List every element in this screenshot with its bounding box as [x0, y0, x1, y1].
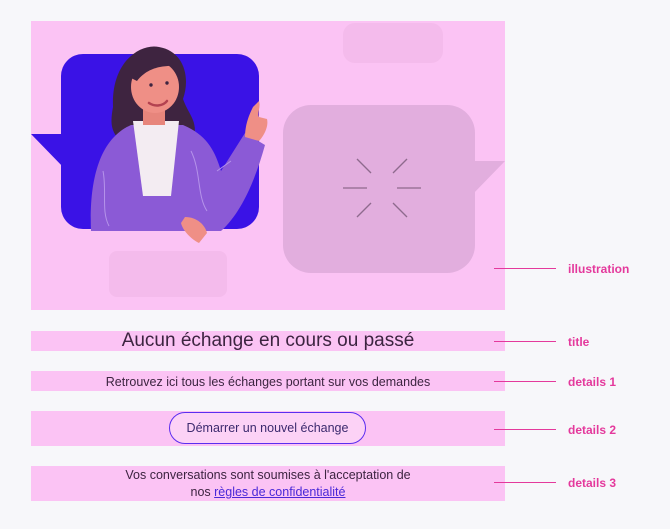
annotation-title: title [568, 335, 590, 349]
empty-state-title: Aucun échange en cours ou passé [121, 330, 415, 351]
leader-details-3 [494, 482, 556, 483]
start-new-exchange-button[interactable]: Démarrer un nouvel échange [169, 412, 366, 444]
leader-illustration [494, 268, 556, 269]
leader-details-1 [494, 381, 556, 382]
privacy-notice-prefix: nos [190, 485, 215, 499]
empty-chat-bubble [283, 105, 475, 273]
empty-state-description: Retrouvez ici tous les échanges portant … [105, 375, 431, 389]
privacy-notice: Vos conversations sont soumises à l'acce… [31, 467, 505, 501]
annotation-illustration: illustration [568, 262, 630, 276]
leader-title [494, 341, 556, 342]
leader-details-2 [494, 429, 556, 430]
annotation-details-2: details 2 [568, 423, 617, 437]
illustration-image [31, 23, 505, 297]
annotation-details-3: details 3 [568, 476, 617, 490]
privacy-policy-link[interactable]: règles de confidentialité [214, 485, 345, 499]
privacy-notice-line1: Vos conversations sont soumises à l'acce… [125, 468, 411, 482]
illustration-area [31, 21, 505, 310]
annotation-details-1: details 1 [568, 375, 617, 389]
